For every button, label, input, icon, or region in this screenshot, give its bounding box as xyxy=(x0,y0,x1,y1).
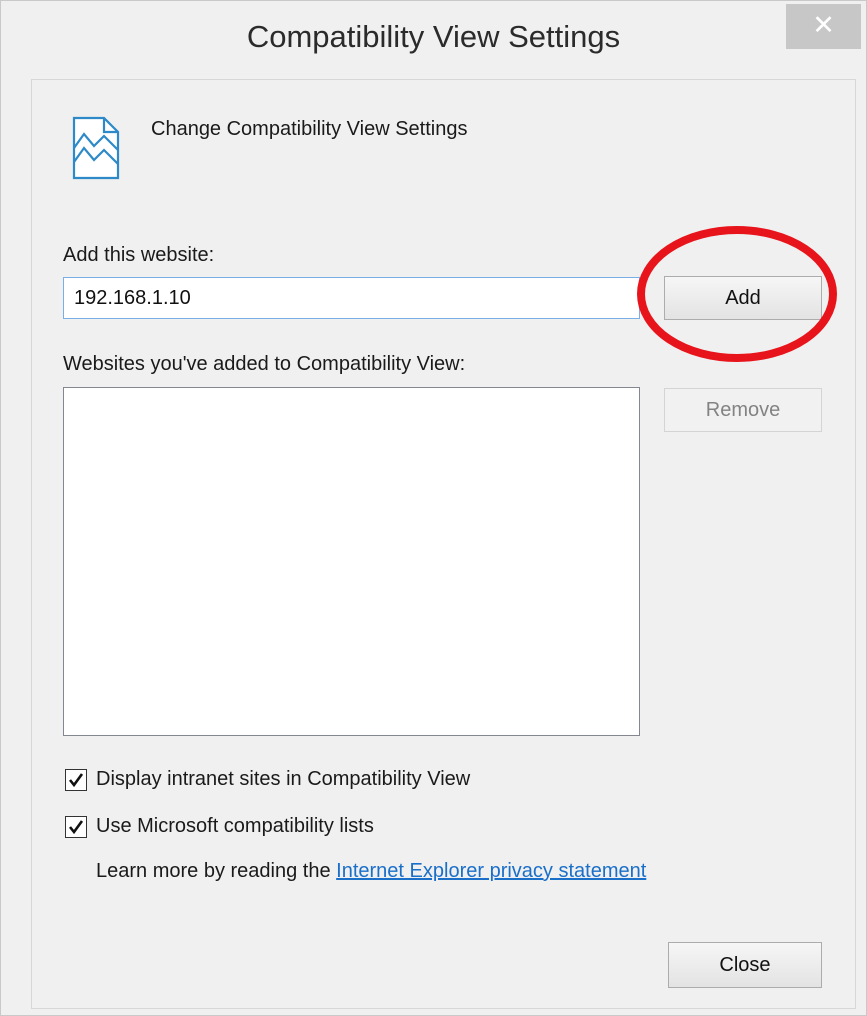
intranet-checkbox[interactable] xyxy=(65,769,87,791)
checkmark-icon xyxy=(68,820,84,835)
learn-more-prefix: Learn more by reading the xyxy=(96,860,337,882)
compatibility-view-icon xyxy=(72,116,120,180)
sites-list[interactable] xyxy=(63,387,640,736)
remove-button[interactable]: Remove xyxy=(664,388,822,432)
title-bar: Compatibility View Settings ✕ xyxy=(1,1,866,79)
close-button[interactable]: Close xyxy=(668,942,822,988)
ms-lists-option-label[interactable]: Use Microsoft compatibility lists xyxy=(96,815,374,838)
checkmark-icon xyxy=(68,773,84,788)
learn-more-text: Learn more by reading the Internet Explo… xyxy=(96,860,646,883)
header-text: Change Compatibility View Settings xyxy=(151,118,468,140)
add-website-label: Add this website: xyxy=(63,244,215,266)
ms-lists-checkbox[interactable] xyxy=(65,816,87,838)
sites-list-label: Websites you've added to Compatibility V… xyxy=(63,353,466,375)
add-button[interactable]: Add xyxy=(664,276,822,320)
close-icon[interactable]: ✕ xyxy=(786,4,861,49)
dialog-title: Compatibility View Settings xyxy=(246,19,621,54)
intranet-option-label[interactable]: Display intranet sites in Compatibility … xyxy=(96,768,470,791)
dialog-window: Compatibility View Settings ✕ Change Com… xyxy=(0,0,867,1016)
privacy-statement-link[interactable]: Internet Explorer privacy statement xyxy=(336,860,646,882)
website-input[interactable] xyxy=(63,277,640,319)
